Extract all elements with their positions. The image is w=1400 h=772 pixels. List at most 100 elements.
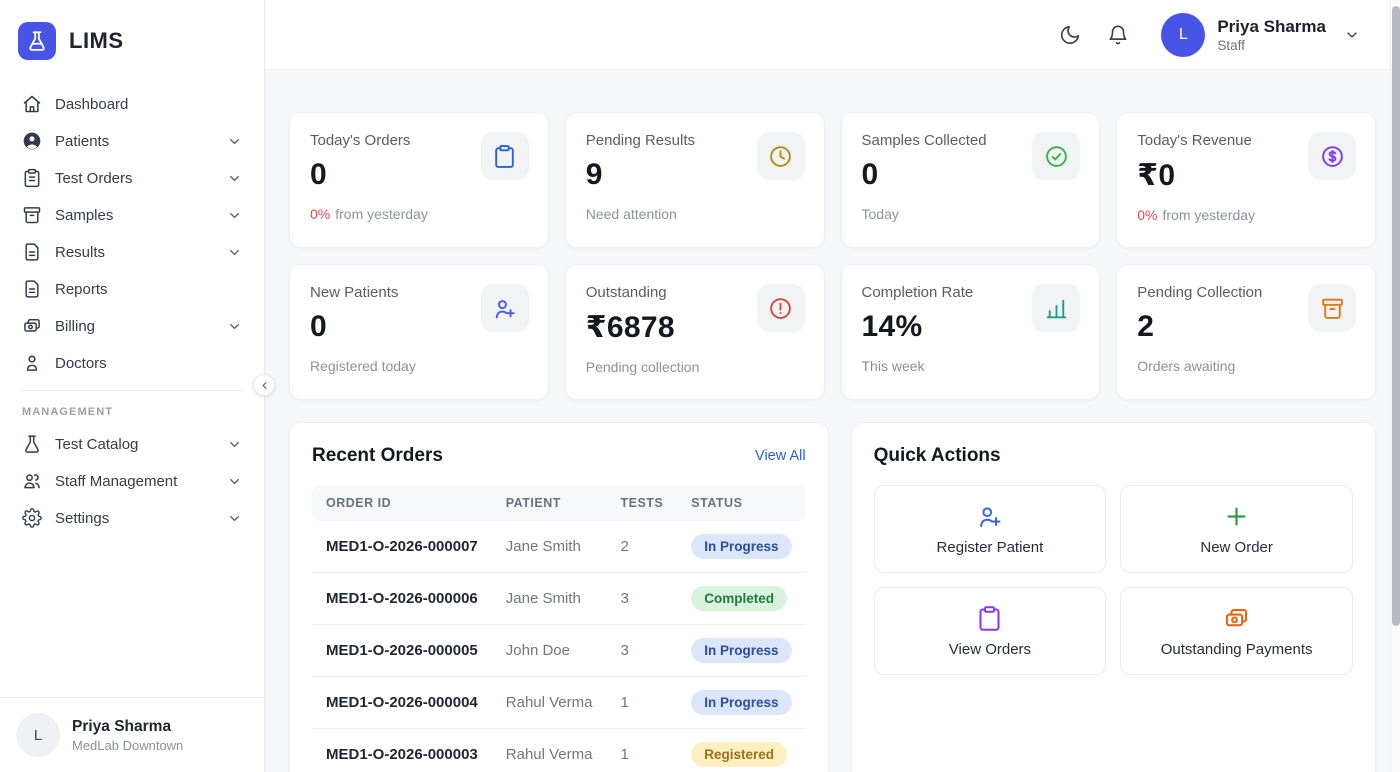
sidebar-item-patients[interactable]: Patients [12,123,252,159]
user-icon [22,353,42,373]
chevron-left-icon [258,379,271,392]
chevron-down-icon [227,474,242,489]
order-id: MED1-O-2026-000006 [312,573,492,625]
user-plus-icon [976,503,1003,530]
bar-chart-icon [1032,284,1080,332]
sidebar-item-test-catalog[interactable]: Test Catalog [12,426,252,462]
stats-grid: Today's Orders 0 0%from yesterday Pendin… [289,112,1376,400]
gear-icon [22,508,42,528]
table-row[interactable]: MED1-O-2026-000003 Rahul Verma 1 Registe… [312,729,806,772]
dark-mode-toggle[interactable] [1051,16,1089,54]
clipboard-icon [976,605,1003,632]
topbar: L Priya Sharma Staff [265,0,1400,70]
document-icon [22,242,42,262]
chevron-down-icon [227,511,242,526]
order-id: MED1-O-2026-000007 [312,521,492,573]
stat-subtext: 0%from yesterday [310,206,528,222]
stat-subtext: Orders awaiting [1137,358,1355,374]
stat-subtext: 0%from yesterday [1137,207,1355,223]
sidebar-user-org: MedLab Downtown [72,738,183,753]
patients-icon [22,131,42,151]
flask-logo-icon [18,22,56,60]
bell-icon [1107,24,1129,46]
sidebar-user-card[interactable]: L Priya Sharma MedLab Downtown [0,697,264,772]
stat-card-outstanding: Outstanding ₹6878 Pending collection [565,264,825,400]
sidebar-item-label: Billing [55,318,95,335]
status-badge: In Progress [691,534,791,559]
order-tests: 1 [606,677,677,729]
order-tests: 3 [606,573,677,625]
status-badge: In Progress [691,638,791,663]
sidebar-item-dashboard[interactable]: Dashboard [12,86,252,122]
order-patient: John Doe [492,625,607,677]
sidebar: LIMS Dashboard Patients Test Orders Samp… [0,0,265,772]
user-plus-icon [481,284,529,332]
sidebar-item-staff-management[interactable]: Staff Management [12,463,252,499]
moon-icon [1059,24,1081,46]
sidebar-item-doctors[interactable]: Doctors [12,345,252,381]
sidebar-collapse-button[interactable] [253,374,275,396]
app-logo: LIMS [0,0,264,70]
table-row[interactable]: MED1-O-2026-000005 John Doe 3 In Progres… [312,625,806,677]
sidebar-divider [22,390,242,391]
notifications-button[interactable] [1099,16,1137,54]
chevron-down-icon [227,208,242,223]
sidebar-item-samples[interactable]: Samples [12,197,252,233]
view-orders-button[interactable]: View Orders [874,587,1107,675]
stat-subtext: This week [862,358,1080,374]
sidebar-item-reports[interactable]: Reports [12,271,252,307]
stat-card-samples-collected: Samples Collected 0 Today [841,112,1101,248]
header-user-role: Staff [1217,38,1326,53]
scrollbar-thumb[interactable] [1392,6,1400,626]
recent-orders-header: Recent Orders View All [312,445,806,467]
main-area: L Priya Sharma Staff Today's Orders 0 0%… [265,0,1400,772]
table-row[interactable]: MED1-O-2026-000004 Rahul Verma 1 In Prog… [312,677,806,729]
table-row[interactable]: MED1-O-2026-000006 Jane Smith 3 Complete… [312,573,806,625]
quick-actions-panel: Quick Actions Register Patient New Order [851,422,1376,772]
order-patient: Jane Smith [492,573,607,625]
users-icon [22,471,42,491]
stat-card-pending-collection: Pending Collection 2 Orders awaiting [1116,264,1376,400]
dollar-circle-icon [1308,132,1356,180]
order-patient: Rahul Verma [492,729,607,772]
sidebar-item-test-orders[interactable]: Test Orders [12,160,252,196]
payments-icon [22,316,42,336]
sidebar-user-name: Priya Sharma [72,718,183,736]
new-order-button[interactable]: New Order [1120,485,1353,573]
action-label: New Order [1200,539,1273,556]
sidebar-nav: Dashboard Patients Test Orders Samples R… [0,70,264,697]
sidebar-item-settings[interactable]: Settings [12,500,252,536]
sidebar-item-label: Doctors [55,355,107,372]
sidebar-item-label: Test Catalog [55,436,138,453]
sidebar-item-billing[interactable]: Billing [12,308,252,344]
stat-card-todays-orders: Today's Orders 0 0%from yesterday [289,112,549,248]
check-circle-icon [1032,132,1080,180]
clock-icon [757,132,805,180]
page-scrollbar[interactable] [1390,0,1400,772]
sidebar-item-results[interactable]: Results [12,234,252,270]
order-tests: 3 [606,625,677,677]
outstanding-payments-button[interactable]: Outstanding Payments [1120,587,1353,675]
view-all-link[interactable]: View All [755,448,806,464]
avatar: L [1161,13,1205,57]
order-patient: Jane Smith [492,521,607,573]
user-menu[interactable]: L Priya Sharma Staff [1161,13,1360,57]
archive-icon [1308,284,1356,332]
order-id: MED1-O-2026-000005 [312,625,492,677]
order-id: MED1-O-2026-000004 [312,677,492,729]
avatar: L [16,713,60,757]
register-patient-button[interactable]: Register Patient [874,485,1107,573]
alert-circle-icon [757,284,805,332]
stat-subtext: Today [862,206,1080,222]
plus-icon [1223,503,1250,530]
status-badge: Registered [691,742,787,767]
order-patient: Rahul Verma [492,677,607,729]
recent-orders-table: ORDER ID PATIENT TESTS STATUS MED1-O-202… [312,485,806,772]
stat-card-pending-results: Pending Results 9 Need attention [565,112,825,248]
column-header-status: STATUS [677,485,805,521]
sidebar-item-label: Samples [55,207,113,224]
table-row[interactable]: MED1-O-2026-000007 Jane Smith 2 In Progr… [312,521,806,573]
stat-subtext-highlight: 0% [310,206,330,222]
recent-orders-panel: Recent Orders View All ORDER ID PATIENT … [289,422,829,772]
chevron-down-icon [227,171,242,186]
